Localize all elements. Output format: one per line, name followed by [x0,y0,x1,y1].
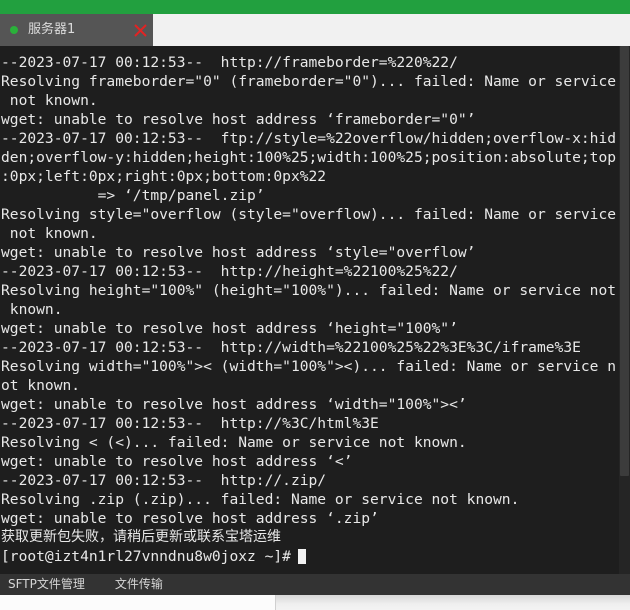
terminal-line: Resolving .zip (.zip)... failed: Name or… [1,491,520,508]
terminal-line: --2023-07-17 00:12:53-- http://%3C/html%… [1,415,379,432]
terminal-line: Resolving frameborder="0" (frameborder="… [1,73,617,90]
connection-status-dot [10,26,18,34]
text-cursor [297,549,306,564]
terminal-line: --2023-07-17 00:12:53-- http://height=%2… [1,263,458,280]
shell-prompt: [root@izt4n1rl27vnndnu8w0joxz ~]# [1,548,291,565]
file-transfer-button[interactable]: 文件传输 [115,574,163,595]
terminal-line: wget: unable to resolve host address ‘.z… [1,510,379,527]
terminal-line: wget: unable to resolve host address ‘fr… [1,111,476,128]
terminal-line: Resolving style="overflow (style="overfl… [1,206,617,223]
tab-strip: 服务器1 [0,14,630,46]
terminal-line: --2023-07-17 00:12:53-- http://framebord… [1,54,458,71]
terminal-line: Resolving < (<)... failed: Name or servi… [1,434,467,451]
terminal-line: --2023-07-17 00:12:53-- http://width=%22… [1,339,581,356]
terminal-line: wget: unable to resolve host address ‘wi… [1,396,467,413]
terminal-line: wget: unable to resolve host address ‘st… [1,244,476,261]
terminal-line: => ‘/tmp/panel.zip’ [1,187,265,204]
terminal-scrollbar[interactable] [619,46,630,574]
terminal-line: wget: unable to resolve host address ‘he… [1,320,458,337]
terminal-line: ot known. [1,377,81,394]
terminal-output[interactable]: --2023-07-17 00:12:53-- http://framebord… [0,46,630,574]
window-accent-bar [0,0,630,14]
terminal-window: 服务器1 --2023-07-17 00:12:53-- http://fram… [0,0,630,610]
terminal-line: --2023-07-17 00:12:53-- ftp://style=%22o… [1,130,617,147]
terminal-line: wget: unable to resolve host address ‘<’ [1,453,353,470]
terminal-prompt-line: [root@izt4n1rl27vnndnu8w0joxz ~]# [1,547,620,566]
terminal-scrollbar-thumb[interactable] [620,46,629,476]
terminal-line: :0px;left:0px;right:0px;bottom:0px%22 [1,168,327,185]
sftp-file-manager-button[interactable]: SFTP文件管理 [8,574,85,595]
terminal-notice-line: 获取更新包失败，请稍后更新或联系宝塔运维 [1,529,281,545]
terminal-content: --2023-07-17 00:12:53-- http://framebord… [0,46,620,566]
terminal-line: not known. [1,225,98,242]
terminal-line: Resolving width="100%">< (width="100%"><… [1,358,617,375]
status-bar: SFTP文件管理 文件传输 [0,574,630,595]
bottom-pane-left [0,595,275,610]
terminal-line: --2023-07-17 00:12:53-- http://.zip/ [1,472,327,489]
tab-label: 服务器1 [28,22,76,37]
tab-server-1[interactable]: 服务器1 [0,14,153,46]
bottom-pane-right [276,595,630,610]
bottom-pane [0,595,630,610]
terminal-line: known. [1,301,63,318]
close-icon[interactable] [127,14,153,46]
terminal-line: Resolving height="100%" (height="100%").… [1,282,617,299]
terminal-line: den;overflow-y:hidden;height:100%25;widt… [1,149,617,166]
terminal-line: not known. [1,92,98,109]
